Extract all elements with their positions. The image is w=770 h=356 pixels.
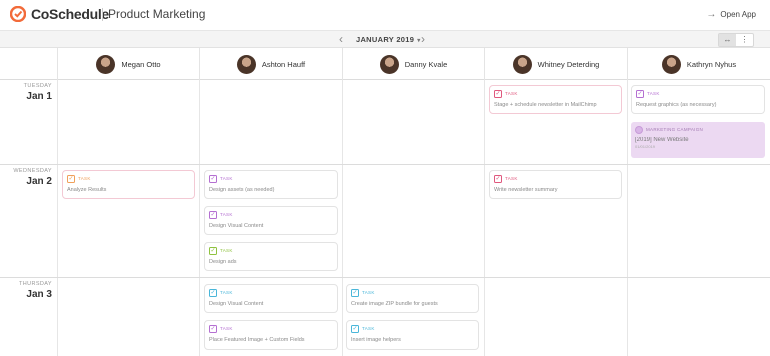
column-divider xyxy=(627,80,628,356)
brand-name: CoSchedule xyxy=(31,6,109,22)
card-title: Design assets (as needed) xyxy=(209,187,275,193)
chevron-right-icon[interactable]: › xyxy=(421,32,425,46)
column-divider xyxy=(57,80,58,356)
checkbox-icon[interactable]: ✓ xyxy=(67,174,75,183)
weekday: THURSDAY xyxy=(18,281,52,287)
checkbox-icon[interactable]: ✓ xyxy=(494,174,502,183)
chevron-left-icon[interactable]: ‹ xyxy=(339,32,343,46)
card-type: MARKETING CAMPAIGN xyxy=(646,127,704,132)
card-title: Place Featured Image + Custom Fields xyxy=(209,337,305,343)
card-title: Create image ZIP bundle for guests xyxy=(351,301,438,307)
card-title: Write newsletter summary xyxy=(494,187,558,193)
marketing-campaign-card[interactable]: MARKETING CAMPAIGN [2019] New Website 01… xyxy=(631,122,765,158)
day-divider xyxy=(0,277,770,278)
task-card[interactable]: ✓ TASK Design Visual Content xyxy=(204,206,338,235)
campaign-title: [2019] New Website xyxy=(635,137,689,143)
card-type: TASK xyxy=(505,176,518,181)
date: Jan 1 xyxy=(26,91,52,102)
card-title: Request graphics (as necessary) xyxy=(636,102,717,108)
card-type: TASK xyxy=(220,290,233,295)
task-card[interactable]: ✓ TASK Place Featured Image + Custom Fiel… xyxy=(204,320,338,350)
date: Jan 3 xyxy=(26,289,52,300)
checkbox-icon[interactable]: ✓ xyxy=(209,210,217,219)
view-toggle-group: ↔ ⋮ xyxy=(718,33,754,47)
avatar xyxy=(379,54,399,74)
card-type: TASK xyxy=(505,91,518,96)
expand-horizontal-icon[interactable]: ↔ xyxy=(719,34,736,46)
month-navigation-bar: ‹ JANUARY 2019 ▾ › ↔ ⋮ xyxy=(0,30,770,48)
card-title: Stage + schedule newsletter in MailChimp xyxy=(494,102,597,108)
day-label: WEDNESDAY Jan 2 xyxy=(0,168,52,187)
month-label: JANUARY 2019 xyxy=(356,35,415,44)
card-type: TASK xyxy=(362,326,375,331)
weekday: TUESDAY xyxy=(23,83,52,89)
person-name: Whitney Deterding xyxy=(537,59,600,69)
divider xyxy=(102,8,103,21)
person-name: Danny Kvale xyxy=(404,59,448,69)
day-divider xyxy=(0,164,770,165)
date: Jan 2 xyxy=(26,176,52,187)
task-card[interactable]: ✓ TASK Write newsletter summary xyxy=(489,170,622,199)
avatar xyxy=(661,54,681,74)
card-type: TASK xyxy=(78,176,91,181)
day-label: TUESDAY Jan 1 xyxy=(0,83,52,102)
task-card[interactable]: ✓ TASK Insert image helpers xyxy=(346,320,479,350)
column-divider xyxy=(484,80,485,356)
task-card[interactable]: ✓ TASK Request graphics (as necessary) xyxy=(631,85,765,114)
person-header-danny[interactable]: Danny Kvale xyxy=(342,48,484,80)
card-title: Design Visual Content xyxy=(209,223,264,229)
checkbox-icon[interactable]: ✓ xyxy=(636,89,644,98)
person-name: Kathryn Nyhus xyxy=(686,59,737,69)
task-card[interactable]: ✓ TASK Design ads xyxy=(204,242,338,271)
task-card[interactable]: ✓ TASK Stage + schedule newsletter in Mai… xyxy=(489,85,622,114)
card-type: TASK xyxy=(220,176,233,181)
card-type: TASK xyxy=(220,326,233,331)
checkbox-icon[interactable]: ✓ xyxy=(209,288,217,297)
campaign-icon xyxy=(635,125,643,134)
checkbox-icon[interactable]: ✓ xyxy=(209,324,217,333)
person-header-kathryn[interactable]: Kathryn Nyhus xyxy=(627,48,770,80)
card-title: Insert image helpers xyxy=(351,337,401,343)
coschedule-logo-icon xyxy=(10,6,26,22)
task-card[interactable]: ✓ TASK Design Visual Content xyxy=(204,284,338,313)
workspace-title: Product Marketing xyxy=(108,7,206,21)
team-header-row: Megan Otto Ashton Hauff Danny Kvale Whit… xyxy=(0,48,770,80)
checkbox-icon[interactable]: ✓ xyxy=(494,89,502,98)
weekday: WEDNESDAY xyxy=(13,168,52,174)
card-type: TASK xyxy=(647,91,660,96)
card-type: TASK xyxy=(220,212,233,217)
task-card[interactable]: ✓ TASK Analyze Results xyxy=(62,170,195,199)
more-options-icon[interactable]: ⋮ xyxy=(736,34,753,46)
person-name: Ashton Hauff xyxy=(261,59,306,69)
open-app-label: Open App xyxy=(720,10,756,19)
column-divider xyxy=(199,80,200,356)
task-card[interactable]: ✓ TASK Create image ZIP bundle for guests xyxy=(346,284,479,313)
person-header-ashton[interactable]: Ashton Hauff xyxy=(199,48,342,80)
checkbox-icon[interactable]: ✓ xyxy=(209,246,217,255)
card-type: TASK xyxy=(220,248,233,253)
card-type: TASK xyxy=(362,290,375,295)
card-title: Design Visual Content xyxy=(209,301,264,307)
avatar xyxy=(236,54,256,74)
month-selector[interactable]: JANUARY 2019 ▾ xyxy=(356,35,421,44)
avatar xyxy=(512,54,532,74)
person-name: Megan Otto xyxy=(121,59,161,69)
campaign-date: 01/01/2019 xyxy=(635,144,656,149)
open-app-link[interactable]: → Open App xyxy=(706,9,756,20)
top-bar: CoSchedule Product Marketing → Open App xyxy=(0,0,770,30)
person-header-whitney[interactable]: Whitney Deterding xyxy=(484,48,627,80)
arrow-right-icon: → xyxy=(706,9,717,20)
task-card[interactable]: ✓ TASK Design assets (as needed) xyxy=(204,170,338,199)
checkbox-icon[interactable]: ✓ xyxy=(351,324,359,333)
person-header-megan[interactable]: Megan Otto xyxy=(57,48,199,80)
card-title: Analyze Results xyxy=(67,187,107,193)
card-title: Design ads xyxy=(209,259,237,265)
avatar xyxy=(96,54,116,74)
day-label: THURSDAY Jan 3 xyxy=(0,281,52,300)
checkbox-icon[interactable]: ✓ xyxy=(351,288,359,297)
column-divider xyxy=(342,80,343,356)
checkbox-icon[interactable]: ✓ xyxy=(209,174,217,183)
